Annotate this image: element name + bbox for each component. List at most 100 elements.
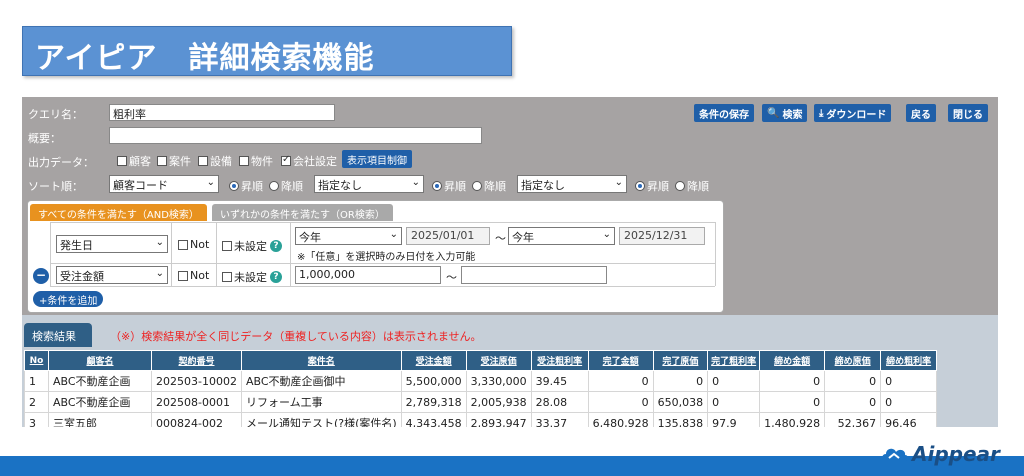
sort-select-1[interactable]: 顧客コード ⌄ xyxy=(109,175,219,193)
col-project[interactable]: 案件名 xyxy=(240,350,402,371)
unset-checkbox-1[interactable]: 未設定? xyxy=(222,238,282,254)
date-to-select[interactable]: 今年 ⌄ xyxy=(508,227,615,245)
radio-off[interactable] xyxy=(472,181,482,191)
checkbox[interactable] xyxy=(178,239,188,250)
date-note: ※「任意」を選択時のみ日付を入力可能 xyxy=(297,252,476,263)
col-contract[interactable]: 契約番号 xyxy=(151,350,242,371)
sort2-desc-radio[interactable]: 降順 xyxy=(472,178,506,194)
not-checkbox-1[interactable]: Not xyxy=(178,238,209,251)
checkbox[interactable] xyxy=(222,241,232,251)
add-condition-button[interactable]: +条件を追加 xyxy=(33,291,104,307)
divider xyxy=(50,263,715,264)
radio-on[interactable] xyxy=(229,181,239,191)
summary-input[interactable] xyxy=(109,127,482,144)
close-button[interactable]: 閉じる xyxy=(948,104,988,122)
sort1-desc-radio[interactable]: 降順 xyxy=(269,178,303,194)
col-close-cost[interactable]: 締め原価 xyxy=(824,350,882,371)
col-done-cost[interactable]: 完了原価 xyxy=(652,350,709,371)
amount-from-input[interactable]: 1,000,000 xyxy=(295,266,441,284)
divider xyxy=(50,222,51,286)
sort-select-3[interactable]: 指定なし ⌄ xyxy=(517,175,627,193)
sort1-asc-radio[interactable]: 昇順 xyxy=(229,178,263,194)
radio-on[interactable] xyxy=(432,181,442,191)
save-conditions-button[interactable]: 条件の保存 xyxy=(694,104,754,122)
radio-on[interactable] xyxy=(635,181,645,191)
duplicate-warning: （※）検索結果が全く同じデータ（重複している内容）は表示されません。 xyxy=(110,330,482,343)
col-done-margin[interactable]: 完了粗利率 xyxy=(707,350,761,371)
chevron-down-icon: ⌄ xyxy=(206,177,215,188)
radio-off[interactable] xyxy=(675,181,685,191)
col-close-margin[interactable]: 締め粗利率 xyxy=(880,350,938,371)
search-icon: 🔍 xyxy=(767,107,780,119)
divider xyxy=(216,222,217,286)
output-checkbox-property[interactable]: 物件 xyxy=(239,153,273,169)
title-banner: アイピア 詳細検索機能 xyxy=(22,26,512,76)
col-no[interactable]: No xyxy=(24,350,49,371)
col-done-amount[interactable]: 完了金額 xyxy=(587,350,654,371)
query-input[interactable]: 粗利率 xyxy=(109,104,335,121)
chevron-down-icon: ⌄ xyxy=(614,177,623,188)
tab-results[interactable]: 検索結果 xyxy=(24,323,92,347)
checkbox[interactable] xyxy=(157,156,167,166)
divider xyxy=(171,222,172,286)
tab-and-search[interactable]: すべての条件を満たす（AND検索） xyxy=(30,204,207,221)
cloud-logo-icon xyxy=(882,448,908,461)
condition-field-select-2[interactable]: 受注金額 ⌄ xyxy=(56,266,168,284)
col-order-cost[interactable]: 受注原価 xyxy=(465,350,532,371)
date-to-input[interactable]: 2025/12/31 xyxy=(619,227,705,245)
unset-checkbox-2[interactable]: 未設定? xyxy=(222,269,282,285)
col-customer[interactable]: 顧客名 xyxy=(48,350,152,371)
checkbox[interactable] xyxy=(178,270,188,281)
table-row[interactable]: 1 ABC不動産企画 202503-10002 ABC不動産企画御中 5,500… xyxy=(24,370,938,392)
results-table: No 顧客名 契約番号 案件名 受注金額 受注原価 受注粗利率 完了金額 完了原… xyxy=(24,350,938,427)
output-checkbox-equipment[interactable]: 設備 xyxy=(198,153,232,169)
date-from-input[interactable]: 2025/01/01 xyxy=(406,227,490,245)
search-button[interactable]: 🔍 検索 xyxy=(762,104,808,122)
sort2-asc-radio[interactable]: 昇順 xyxy=(432,178,466,194)
checkbox[interactable] xyxy=(222,272,232,282)
date-from-select[interactable]: 今年 ⌄ xyxy=(295,227,402,245)
col-close-amount[interactable]: 締め金額 xyxy=(759,350,826,371)
chevron-down-icon: ⌄ xyxy=(155,237,164,248)
logo-text: Aippear xyxy=(912,442,1000,466)
output-checkbox-company[interactable]: 会社設定 xyxy=(281,153,337,169)
output-checkbox-customer[interactable]: 顧客 xyxy=(117,153,151,169)
col-order-amount[interactable]: 受注金額 xyxy=(400,350,467,371)
col-order-margin[interactable]: 受注粗利率 xyxy=(530,350,589,371)
not-checkbox-2[interactable]: Not xyxy=(178,269,209,282)
footer-bar xyxy=(0,456,1024,476)
sort3-asc-radio[interactable]: 昇順 xyxy=(635,178,669,194)
tilde: ～ xyxy=(495,232,506,245)
condition-field-select-1[interactable]: 発生日 ⌄ xyxy=(56,235,168,253)
tab-or-search[interactable]: いずれかの条件を満たす（OR検索） xyxy=(212,204,393,221)
divider xyxy=(50,222,715,223)
radio-off[interactable] xyxy=(269,181,279,191)
results-table-viewport: No 顧客名 契約番号 案件名 受注金額 受注原価 受注粗利率 完了金額 完了原… xyxy=(0,350,1024,427)
sort3-desc-radio[interactable]: 降順 xyxy=(675,178,709,194)
checkbox[interactable] xyxy=(198,156,208,166)
help-icon[interactable]: ? xyxy=(270,240,282,252)
output-checkbox-project[interactable]: 案件 xyxy=(157,153,191,169)
page-title: アイピア 詳細検索機能 xyxy=(35,41,375,76)
output-label: 出力データ： xyxy=(28,156,94,169)
amount-to-input[interactable] xyxy=(461,266,607,284)
help-icon[interactable]: ? xyxy=(270,271,282,283)
tilde: ～ xyxy=(446,271,457,284)
divider xyxy=(715,222,716,286)
chevron-down-icon: ⌄ xyxy=(389,229,398,240)
chevron-down-icon: ⌄ xyxy=(411,177,420,188)
download-icon: ⤓ xyxy=(819,107,824,119)
checkbox[interactable] xyxy=(117,156,127,166)
summary-label: 概要： xyxy=(28,132,61,145)
checkbox[interactable] xyxy=(239,156,249,166)
display-columns-button[interactable]: 表示項目制御 xyxy=(342,150,412,168)
table-row[interactable]: 2 ABC不動産企画 202508-0001 リフォーム工事 2,789,318… xyxy=(24,391,938,413)
table-row[interactable]: 3 三室五郎 000824-002 メール通知テスト(?様(案件名) 4,343… xyxy=(24,412,938,427)
sort-select-2[interactable]: 指定なし ⌄ xyxy=(314,175,424,193)
chevron-down-icon: ⌄ xyxy=(602,229,611,240)
chevron-down-icon: ⌄ xyxy=(155,268,164,279)
checkbox-checked[interactable] xyxy=(281,154,291,166)
download-button[interactable]: ⤓ ダウンロード xyxy=(814,104,892,122)
remove-condition-button[interactable]: − xyxy=(33,268,49,284)
back-button[interactable]: 戻る xyxy=(906,104,936,122)
